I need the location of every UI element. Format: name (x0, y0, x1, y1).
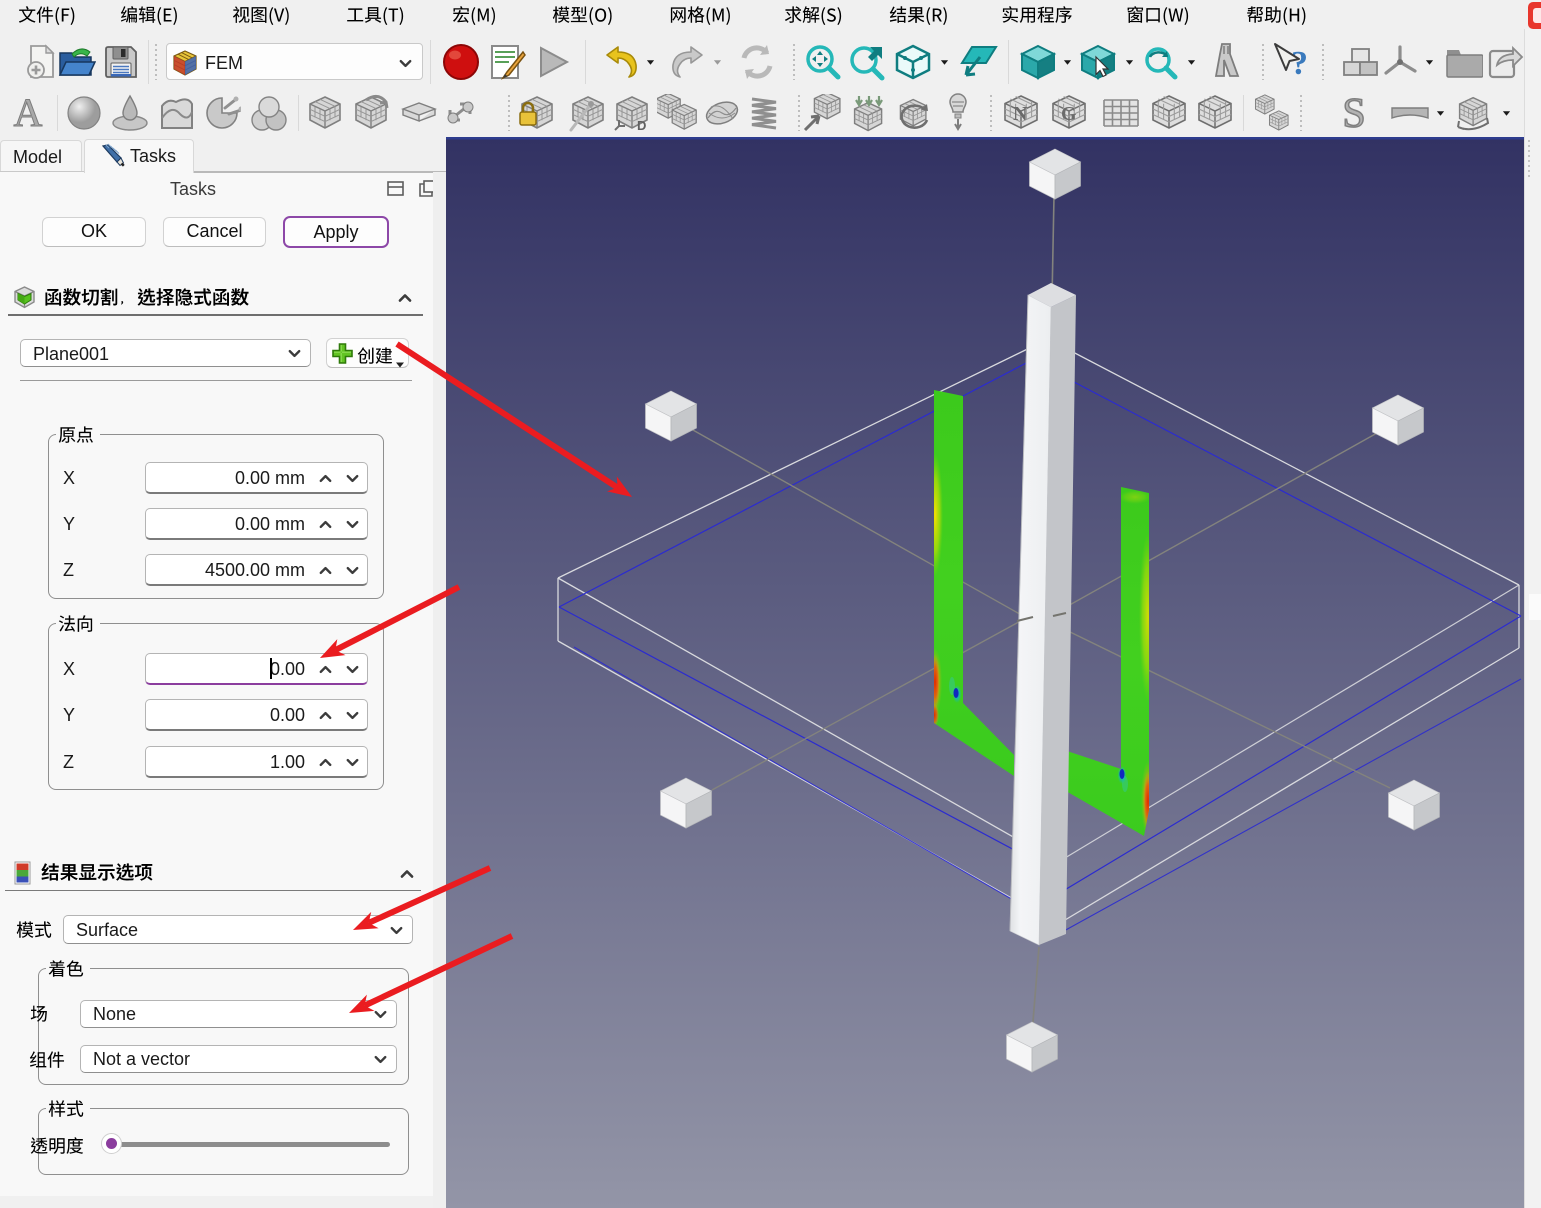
svg-text:S: S (1342, 93, 1365, 133)
svg-text:?: ? (1291, 45, 1308, 82)
svg-text:N: N (1013, 103, 1028, 125)
svg-text:G: G (1061, 103, 1077, 125)
svg-text:D: D (637, 118, 646, 132)
svg-text:A: A (14, 93, 43, 133)
